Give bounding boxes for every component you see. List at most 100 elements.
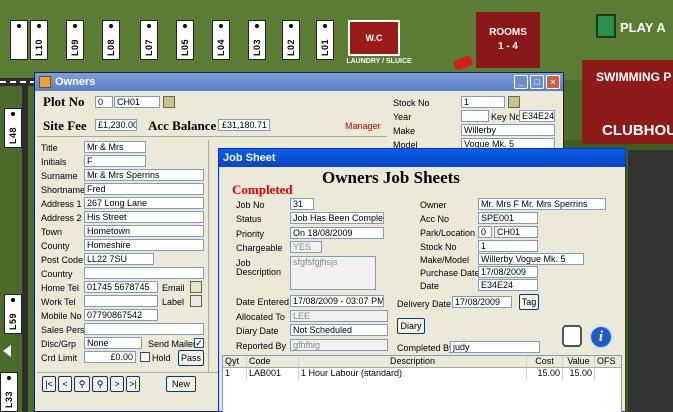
send-mailer-checkbox[interactable]: ✓ bbox=[194, 338, 204, 348]
table-cell[interactable]: LAB001 bbox=[247, 368, 299, 380]
owner-field[interactable]: Mr. Mrs F Mr. Mrs Sperrins bbox=[478, 198, 606, 210]
key-no-field[interactable]: E34E24 bbox=[519, 110, 555, 122]
binoculars-icon[interactable]: ⚲ bbox=[74, 376, 90, 392]
maximize-button[interactable]: □ bbox=[530, 75, 544, 89]
owners-titlebar[interactable]: Owners _ □ × bbox=[35, 73, 563, 91]
new-button[interactable]: New bbox=[166, 376, 196, 392]
plot-l09[interactable]: L09 bbox=[66, 20, 84, 60]
plot-l33[interactable]: L33 bbox=[0, 372, 18, 412]
plot-l05[interactable]: L05 bbox=[176, 20, 194, 60]
discgrp-select[interactable]: None bbox=[84, 337, 142, 349]
title-field[interactable]: Mr & Mrs bbox=[84, 141, 146, 153]
hometel-field[interactable]: 01745 5678745 bbox=[84, 281, 158, 293]
plot-code-field[interactable]: CH01 bbox=[114, 96, 160, 108]
info-icon[interactable]: i bbox=[589, 325, 613, 349]
salespers-field[interactable] bbox=[84, 323, 204, 335]
shortname-field[interactable]: Fred bbox=[84, 183, 204, 195]
discgrp-label: Disc/Grp bbox=[41, 339, 77, 349]
park-code-field[interactable]: CH01 bbox=[494, 226, 538, 238]
job-sheet-titlebar[interactable]: Job Sheet bbox=[219, 149, 625, 167]
job-no-field[interactable]: 31 bbox=[290, 198, 314, 210]
make-model-field[interactable]: Willerby Vogue Mk. 5 bbox=[478, 253, 584, 265]
park-number-field[interactable]: 0 bbox=[478, 226, 492, 238]
nav-first-button[interactable]: |< bbox=[42, 376, 56, 392]
plot-no-label: Plot No bbox=[43, 94, 85, 109]
stock-no-field[interactable]: 1 bbox=[461, 96, 505, 108]
plot-l02[interactable]: L02 bbox=[282, 20, 300, 60]
plot-l48[interactable]: L48 bbox=[4, 108, 22, 148]
address1-field[interactable]: 267 Long Lane bbox=[84, 197, 204, 209]
stock-lookup-icon[interactable] bbox=[508, 96, 520, 108]
completed-by-label: Completed By bbox=[397, 343, 454, 353]
table-cell[interactable]: 1 bbox=[223, 368, 247, 380]
status-label: Status bbox=[236, 214, 262, 224]
nav-prev-button[interactable]: < bbox=[58, 376, 72, 392]
manager-label: Manager bbox=[345, 121, 381, 131]
close-button[interactable]: × bbox=[546, 75, 560, 89]
chargeable-label: Chargeable bbox=[236, 243, 283, 253]
label-print-icon[interactable] bbox=[190, 295, 202, 307]
plot-l03[interactable]: L03 bbox=[248, 20, 266, 60]
table-cell[interactable]: 1 Hour Labour (standard) bbox=[299, 368, 527, 380]
mobile-field[interactable]: 07790867542 bbox=[84, 309, 158, 321]
find-next-icon[interactable]: ⚲ bbox=[92, 376, 108, 392]
table-row[interactable]: 1 LAB001 1 Hour Labour (standard) 15.00 … bbox=[223, 368, 621, 380]
reported-by-field[interactable]: gfhfhlg bbox=[290, 339, 388, 351]
initials-field[interactable]: F bbox=[84, 155, 146, 167]
plot-l01[interactable]: L01 bbox=[316, 20, 334, 60]
surname-field[interactable]: Mr & Mrs Sperrins bbox=[84, 169, 204, 181]
plot-l08[interactable]: L08 bbox=[102, 20, 120, 60]
plot-l10[interactable]: L10 bbox=[30, 20, 48, 60]
column-header: Qyt bbox=[223, 356, 247, 367]
app-icon bbox=[39, 76, 51, 88]
diary-date-field[interactable]: Not Scheduled bbox=[290, 324, 388, 336]
plot-l04[interactable]: L04 bbox=[212, 20, 230, 60]
minimize-button[interactable]: _ bbox=[514, 75, 528, 89]
job-description-field[interactable]: sfgfsfgjhsjs bbox=[290, 256, 376, 290]
crdlimit-field[interactable]: £0.00 bbox=[84, 351, 136, 363]
year-field[interactable] bbox=[461, 110, 489, 122]
nav-next-button[interactable]: > bbox=[110, 376, 124, 392]
table-cell[interactable]: 15.00 bbox=[527, 368, 563, 380]
pass-button[interactable]: Pass bbox=[178, 350, 204, 366]
tag-button[interactable]: Tag bbox=[519, 294, 539, 310]
site-fee-label: Site Fee bbox=[43, 118, 87, 133]
plot-l59[interactable]: L59 bbox=[4, 294, 22, 334]
town-field[interactable]: Hometown bbox=[84, 225, 204, 237]
acc-balance-field[interactable]: £31,180.71 bbox=[218, 119, 270, 131]
hold-checkbox[interactable] bbox=[140, 352, 150, 362]
clipboard-icon[interactable] bbox=[562, 325, 582, 347]
delivery-date-picker[interactable]: 17/08/2009 bbox=[452, 296, 512, 308]
postcode-field[interactable]: LL22 7SU bbox=[84, 253, 154, 265]
table-cell[interactable]: 15.00 bbox=[563, 368, 595, 380]
job-stock-no-field[interactable]: 1 bbox=[478, 240, 538, 252]
plot-no-field[interactable]: 0 bbox=[95, 96, 113, 108]
country-field[interactable] bbox=[84, 267, 204, 279]
address1-label: Address 1 bbox=[41, 199, 82, 209]
address2-field[interactable]: His Street bbox=[84, 211, 204, 223]
status-field[interactable]: Job Has Been Completed bbox=[290, 212, 384, 224]
nav-last-button[interactable]: >| bbox=[126, 376, 140, 392]
completed-by-field[interactable]: judy bbox=[450, 341, 540, 353]
purchase-date-field[interactable]: 17/08/2009 bbox=[478, 266, 538, 278]
column-header: Value bbox=[563, 356, 595, 367]
plot-l07[interactable]: L07 bbox=[140, 20, 158, 60]
allocated-select[interactable]: LEE bbox=[290, 310, 388, 322]
date-entered-field[interactable]: 17/08/2009 - 03:07 PM bbox=[290, 295, 384, 307]
date-field[interactable]: E34E24 bbox=[478, 279, 538, 291]
worktel-field[interactable] bbox=[84, 295, 158, 307]
initials-label: Initials bbox=[41, 157, 67, 167]
plot-lookup-icon[interactable] bbox=[163, 96, 175, 108]
county-field[interactable]: Homeshire bbox=[84, 239, 204, 251]
job-lines-table[interactable]: Qyt Code Description Cost Value OFS 1 LA… bbox=[222, 355, 622, 412]
priority-field[interactable]: On 18/08/2009 bbox=[290, 227, 384, 239]
acc-no-field[interactable]: SPE001 bbox=[478, 212, 538, 224]
plot-marker[interactable] bbox=[10, 20, 28, 60]
diary-button[interactable]: Diary bbox=[397, 318, 425, 334]
site-fee-field[interactable]: £1,230.00 bbox=[95, 119, 137, 131]
email-icon[interactable] bbox=[190, 281, 202, 293]
surname-label: Surname bbox=[41, 171, 78, 181]
chargeable-select[interactable]: YES bbox=[290, 241, 322, 253]
table-cell[interactable] bbox=[595, 368, 621, 380]
make-field[interactable]: Willerby bbox=[461, 124, 555, 136]
